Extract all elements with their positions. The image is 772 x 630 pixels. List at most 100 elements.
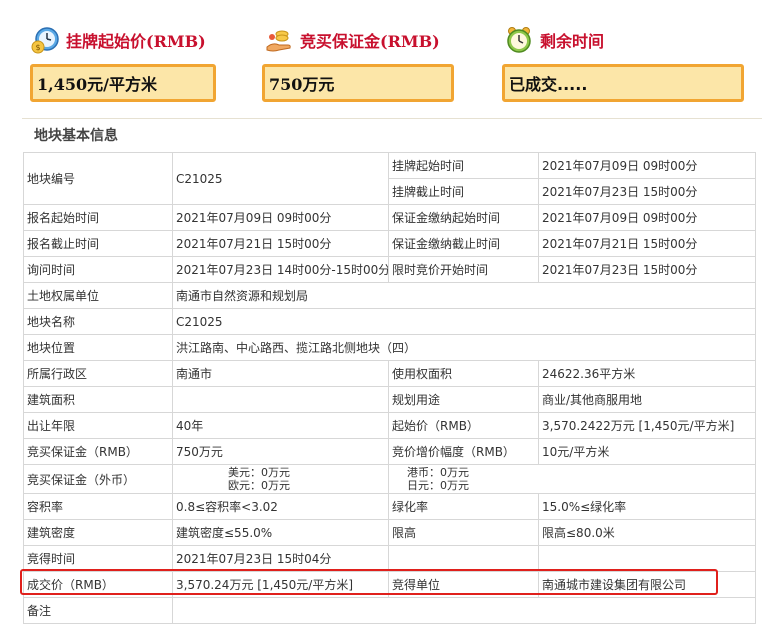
cell-value: 750万元 <box>172 438 389 465</box>
cell-label: 地块名称 <box>23 308 173 335</box>
cell-value: 24622.36平方米 <box>538 360 756 387</box>
cell-label: 限时竞价开始时间 <box>388 256 539 283</box>
table-row: 出让年限 40年 起始价（RMB） 3,570.2422万元 [1,450元/平… <box>23 412 756 439</box>
cell-label: 地块位置 <box>23 334 173 361</box>
cell-label: 挂牌起始时间 <box>388 152 539 179</box>
cell-label: 竞买保证金（外币） <box>23 464 173 494</box>
cell-value: 2021年07月23日 14时00分-15时00分 <box>172 256 389 283</box>
cell-value: 15.0%≤绿化率 <box>538 493 756 520</box>
cell-label: 竞价增价幅度（RMB） <box>388 438 539 465</box>
cell-value: C21025 <box>172 308 756 335</box>
cell-value: 2021年07月21日 15时00分 <box>172 230 389 257</box>
table-row: 地块位置 洪江路南、中心路西、揽江路北侧地块（四） <box>23 334 756 361</box>
cell-label: 报名截止时间 <box>23 230 173 257</box>
cell-label: 限高 <box>388 519 539 546</box>
cell-label: 使用权面积 <box>388 360 539 387</box>
start-price-value: 1,450元/平方米 <box>37 75 157 94</box>
cell-value: 2021年07月09日 09时00分 <box>538 152 756 179</box>
coins-hand-icon <box>264 25 294 55</box>
alarm-clock-icon <box>504 25 534 55</box>
foreign-currency-cell-2: 港币：0万元 日元：0万元 <box>388 464 756 494</box>
table-row: 报名起始时间 2021年07月09日 09时00分 保证金缴纳起始时间 2021… <box>23 204 756 231</box>
land-info-table: 地块编号 C21025 挂牌起始时间 2021年07月09日 09时00分 挂牌… <box>23 152 756 624</box>
cell-value: C21025 <box>172 152 389 205</box>
table-row: 容积率 0.8≤容积率<3.02 绿化率 15.0%≤绿化率 <box>23 493 756 520</box>
svg-text:$: $ <box>35 43 40 52</box>
cell-label: 备注 <box>23 597 173 624</box>
cell-value: 2021年07月09日 09时00分 <box>538 204 756 231</box>
cell-value: 2021年07月23日 15时04分 <box>172 545 389 572</box>
remaining-time-value-box: 已成交..... <box>502 64 744 102</box>
cell-label: 出让年限 <box>23 412 173 439</box>
cell-label: 土地权属单位 <box>23 282 173 309</box>
cell-label: 建筑密度 <box>23 519 173 546</box>
start-price-header: $ 挂牌起始价(RMB) <box>30 24 206 56</box>
cell-value: 洪江路南、中心路西、揽江路北侧地块（四） <box>172 334 756 361</box>
section-header: 地块基本信息 <box>22 118 762 149</box>
cell-value: 2021年07月21日 15时00分 <box>538 230 756 257</box>
cell-label: 保证金缴纳起始时间 <box>388 204 539 231</box>
cell-value: 南通市自然资源和规划局 <box>172 282 756 309</box>
deposit-value: 750万元 <box>269 75 335 94</box>
cell-value <box>538 545 756 572</box>
remaining-time-label: 剩余时间 <box>540 32 605 51</box>
deposit-header: 竞买保证金(RMB) <box>264 24 440 56</box>
deposit-value-box: 750万元 <box>262 64 454 102</box>
cell-label: 起始价（RMB） <box>388 412 539 439</box>
table-row: 建筑密度 建筑密度≤55.0% 限高 限高≤80.0米 <box>23 519 756 546</box>
cell-label: 规划用途 <box>388 386 539 413</box>
cell-label: 成交价（RMB） <box>23 571 173 598</box>
cell-label: 地块编号 <box>23 152 173 205</box>
foreign-currency-cell-1: 美元：0万元 欧元：0万元 <box>172 464 389 494</box>
cell-label: 询问时间 <box>23 256 173 283</box>
deposit-label: 竞买保证金(RMB) <box>300 32 440 51</box>
cell-value: 2021年07月09日 09时00分 <box>172 204 389 231</box>
table-row: 所属行政区 南通市 使用权面积 24622.36平方米 <box>23 360 756 387</box>
cell-label: 挂牌截止时间 <box>388 178 539 205</box>
table-row: 地块名称 C21025 <box>23 308 756 335</box>
cell-label <box>388 545 539 572</box>
cell-label: 容积率 <box>23 493 173 520</box>
table-row: 竞买保证金（外币） 美元：0万元 欧元：0万元 港币：0万元 日元：0万元 <box>23 464 756 494</box>
table-row: 建筑面积 规划用途 商业/其他商服用地 <box>23 386 756 413</box>
cell-value: 0.8≤容积率<3.02 <box>172 493 389 520</box>
eur-value: 欧元：0万元 <box>228 479 290 492</box>
jpy-value: 日元：0万元 <box>407 479 469 492</box>
cell-label: 所属行政区 <box>23 360 173 387</box>
cell-value: 10元/平方米 <box>538 438 756 465</box>
cell-label: 竞得时间 <box>23 545 173 572</box>
cell-label: 保证金缴纳截止时间 <box>388 230 539 257</box>
cell-value: 3,570.2422万元 [1,450元/平方米] <box>538 412 756 439</box>
table-row: 土地权属单位 南通市自然资源和规划局 <box>23 282 756 309</box>
cell-label: 建筑面积 <box>23 386 173 413</box>
cell-value: 2021年07月23日 15时00分 <box>538 256 756 283</box>
summary-header: $ 挂牌起始价(RMB) 1,450元/平方米 竞买保证金(RMB) 750万元 <box>0 0 772 118</box>
cell-label: 竞得单位 <box>388 571 539 598</box>
section-title: 地块基本信息 <box>34 128 118 144</box>
cell-value: 建筑密度≤55.0% <box>172 519 389 546</box>
cell-label: 绿化率 <box>388 493 539 520</box>
table-row: 报名截止时间 2021年07月21日 15时00分 保证金缴纳截止时间 2021… <box>23 230 756 257</box>
table-row: 竞买保证金（RMB） 750万元 竞价增价幅度（RMB） 10元/平方米 <box>23 438 756 465</box>
cell-value: 限高≤80.0米 <box>538 519 756 546</box>
cell-value: 南通城市建设集团有限公司 <box>538 571 756 598</box>
cell-label: 竞买保证金（RMB） <box>23 438 173 465</box>
table-row: 备注 <box>23 597 756 624</box>
cell-value: 40年 <box>172 412 389 439</box>
remaining-time-header: 剩余时间 <box>504 24 604 56</box>
cell-value: 3,570.24万元 [1,450元/平方米] <box>172 571 389 598</box>
table-row: 询问时间 2021年07月23日 14时00分-15时00分 限时竞价开始时间 … <box>23 256 756 283</box>
cell-value: 商业/其他商服用地 <box>538 386 756 413</box>
table-row: 竞得时间 2021年07月23日 15时04分 <box>23 545 756 572</box>
hkd-value: 港币：0万元 <box>407 466 469 479</box>
table-row: 地块编号 C21025 挂牌起始时间 2021年07月09日 09时00分 <box>23 152 756 205</box>
money-clock-icon: $ <box>30 25 60 55</box>
remaining-time-value: 已成交..... <box>509 75 588 94</box>
cell-value <box>172 597 756 624</box>
cell-value: 2021年07月23日 15时00分 <box>538 178 756 205</box>
table-row: 成交价（RMB） 3,570.24万元 [1,450元/平方米] 竞得单位 南通… <box>23 571 756 598</box>
start-price-value-box: 1,450元/平方米 <box>30 64 216 102</box>
start-price-label: 挂牌起始价(RMB) <box>66 32 206 51</box>
usd-value: 美元：0万元 <box>228 466 290 479</box>
cell-value <box>172 386 389 413</box>
